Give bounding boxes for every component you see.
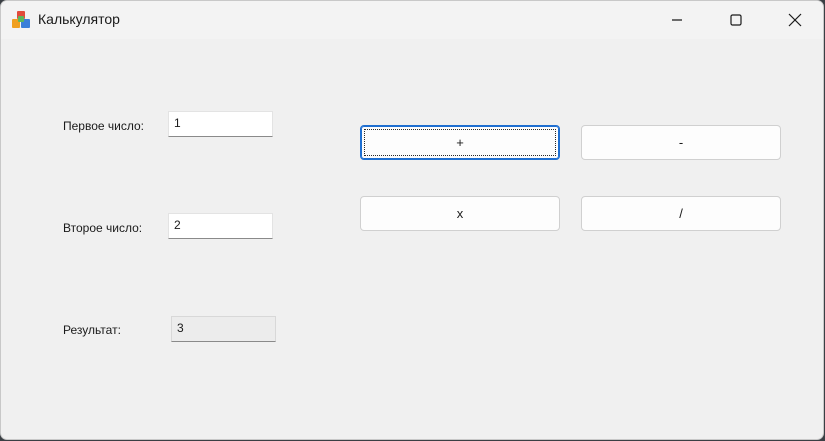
- multiply-button[interactable]: x: [360, 196, 560, 231]
- window-title: Калькулятор: [38, 11, 120, 27]
- multiply-button-label: x: [456, 206, 464, 221]
- divide-button[interactable]: /: [581, 196, 781, 231]
- second-number-label: Второе число:: [63, 221, 143, 235]
- add-button-label: +: [456, 135, 464, 150]
- divide-button-label: /: [679, 206, 683, 221]
- calculator-app-icon: [12, 11, 30, 28]
- minimize-icon: [672, 19, 682, 21]
- first-number-label: Первое число:: [63, 119, 144, 133]
- maximize-icon: [730, 14, 742, 26]
- subtract-button-label: -: [678, 135, 684, 150]
- title-bar[interactable]: Калькулятор: [1, 1, 823, 39]
- result-output: 3: [171, 316, 276, 342]
- maximize-button[interactable]: [707, 1, 765, 39]
- calculator-window: Калькулятор Первое число: 1 Второе число…: [0, 0, 824, 440]
- first-number-input[interactable]: 1: [168, 111, 273, 137]
- add-button[interactable]: +: [360, 125, 560, 160]
- subtract-button[interactable]: -: [581, 125, 781, 160]
- second-number-input[interactable]: 2: [168, 213, 273, 239]
- minimize-button[interactable]: [648, 1, 706, 39]
- close-icon: [788, 13, 802, 27]
- client-area: Первое число: 1 Второе число: 2 Результа…: [1, 39, 823, 439]
- result-label: Результат:: [63, 323, 121, 337]
- close-button[interactable]: [766, 1, 823, 39]
